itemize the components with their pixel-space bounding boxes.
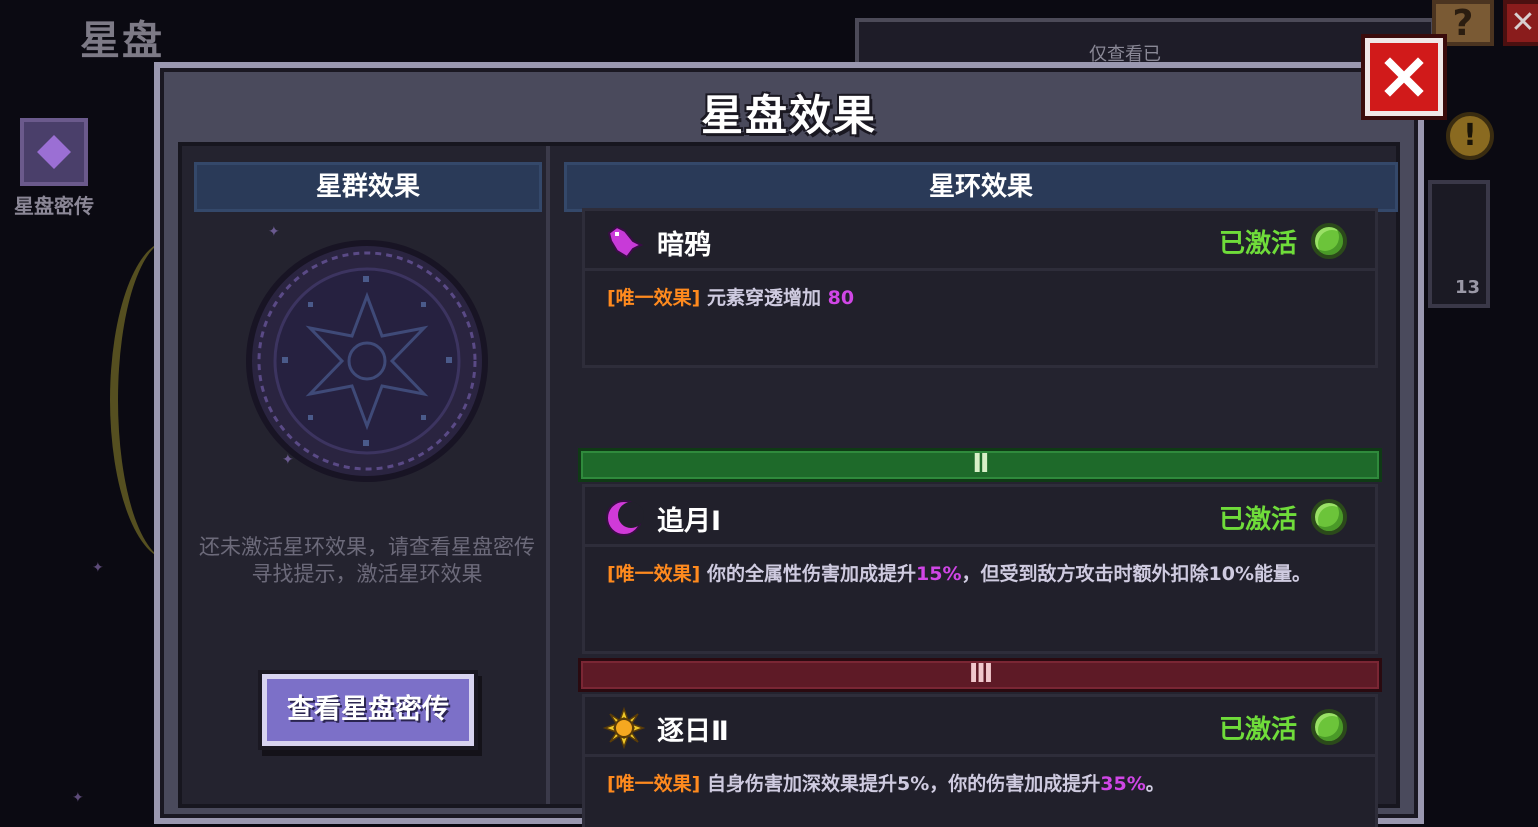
- active-indicator-icon: [1311, 499, 1347, 535]
- unique-tag: [唯一效果]: [607, 773, 701, 795]
- effect-header: 逐日Ⅱ 已激活: [585, 697, 1375, 757]
- desc-text: ，但受到敌方攻击时额外扣除10%能量。: [961, 563, 1311, 585]
- secret-button[interactable]: 星盘密传: [4, 118, 104, 219]
- close-x-icon: [1384, 57, 1424, 97]
- crow-icon: [607, 225, 644, 259]
- unique-tag: [唯一效果]: [607, 287, 701, 309]
- effect-description: [唯一效果] 你的全属性伤害加成提升15%，但受到敌方攻击时额外扣除10%能量。: [607, 559, 1311, 586]
- screen-title: 星盘: [80, 18, 164, 64]
- effect-card: 暗鸦 已激活 [唯一效果] 元素穿透增加 80: [582, 208, 1378, 368]
- star-ring-header: 星环效果: [564, 162, 1398, 212]
- exclamation-icon[interactable]: !: [1446, 112, 1494, 160]
- constellation-header: 星群效果: [194, 162, 542, 212]
- effect-header: 暗鸦 已激活: [585, 211, 1375, 271]
- star-decoration: ✦: [72, 790, 84, 806]
- astrolabe-disc-icon: [246, 240, 488, 482]
- active-indicator-icon: [1311, 709, 1347, 745]
- star-decoration: ✦: [268, 224, 280, 240]
- active-indicator-icon: [1311, 223, 1347, 259]
- chest-icon: [20, 118, 88, 186]
- effect-description: [唯一效果] 元素穿透增加 80: [607, 283, 854, 310]
- effect-name: 追月Ⅰ: [657, 506, 722, 537]
- dialog-body: 星群效果 ✦ ✦ 还未激活星环效果，请查看星盘密传寻找提示，激活星环效果 查看星…: [178, 142, 1400, 827]
- secret-label: 星盘密传: [14, 194, 94, 218]
- desc-text: 你的全属性伤害加成提升: [707, 563, 917, 585]
- close-icon[interactable]: ✕: [1503, 0, 1538, 46]
- astrolabe-effect-dialog: 星盘效果 星群效果 ✦ ✦ 还未激活星环效果，请查看星盘密传寻找提示，激活星环效…: [154, 62, 1424, 827]
- dialog-title: 星盘效果: [700, 91, 877, 140]
- star-decoration: ✦: [282, 452, 294, 468]
- tier-divider-3: Ⅲ: [578, 658, 1382, 692]
- effect-card: 逐日Ⅱ 已激活 [唯一效果] 自身伤害加深效果提升5%，你的伤害加成提升35%。: [582, 694, 1378, 827]
- effect-status: 已激活: [1218, 715, 1297, 745]
- hint-text: 还未激活星环效果，请查看星盘密传寻找提示，激活星环效果: [199, 535, 535, 586]
- close-button[interactable]: [1365, 38, 1443, 116]
- effect-status: 已激活: [1218, 505, 1297, 535]
- desc-value: 80: [827, 287, 855, 309]
- unique-tag: [唯一效果]: [607, 563, 701, 585]
- desc-value: 35%: [1100, 773, 1146, 795]
- desc-text: 。: [1145, 773, 1165, 795]
- desc-text: 元素穿透增加: [707, 287, 828, 309]
- item-card[interactable]: 13: [1428, 180, 1490, 308]
- effect-name: 逐日Ⅱ: [657, 716, 729, 747]
- item-count: 13: [1454, 277, 1480, 298]
- view-secret-button[interactable]: 查看星盘密传: [262, 674, 474, 746]
- effect-card: 追月Ⅰ 已激活 [唯一效果] 你的全属性伤害加成提升15%，但受到敌方攻击时额外…: [582, 484, 1378, 654]
- desc-value: 15%: [916, 563, 962, 585]
- star-ring-panel: 星环效果 暗鸦 已激活 [唯一效果] 元素穿透增加 80 Ⅱ 追月Ⅰ 已激活 […: [554, 146, 1400, 827]
- effect-description: [唯一效果] 自身伤害加深效果提升5%，你的伤害加成提升35%。: [607, 769, 1165, 796]
- star-decoration: ✦: [92, 560, 104, 576]
- effect-name: 暗鸦: [657, 230, 711, 261]
- effect-status: 已激活: [1218, 229, 1297, 259]
- sun-icon: [603, 707, 645, 749]
- tier-divider-2: Ⅱ: [578, 448, 1382, 482]
- crescent-moon-icon: [606, 500, 644, 536]
- desc-text: 自身伤害加深效果提升5%，你的伤害加成提升: [707, 773, 1101, 795]
- effect-header: 追月Ⅰ 已激活: [585, 487, 1375, 547]
- constellation-panel: 星群效果 ✦ ✦ 还未激活星环效果，请查看星盘密传寻找提示，激活星环效果 查看星…: [182, 146, 550, 804]
